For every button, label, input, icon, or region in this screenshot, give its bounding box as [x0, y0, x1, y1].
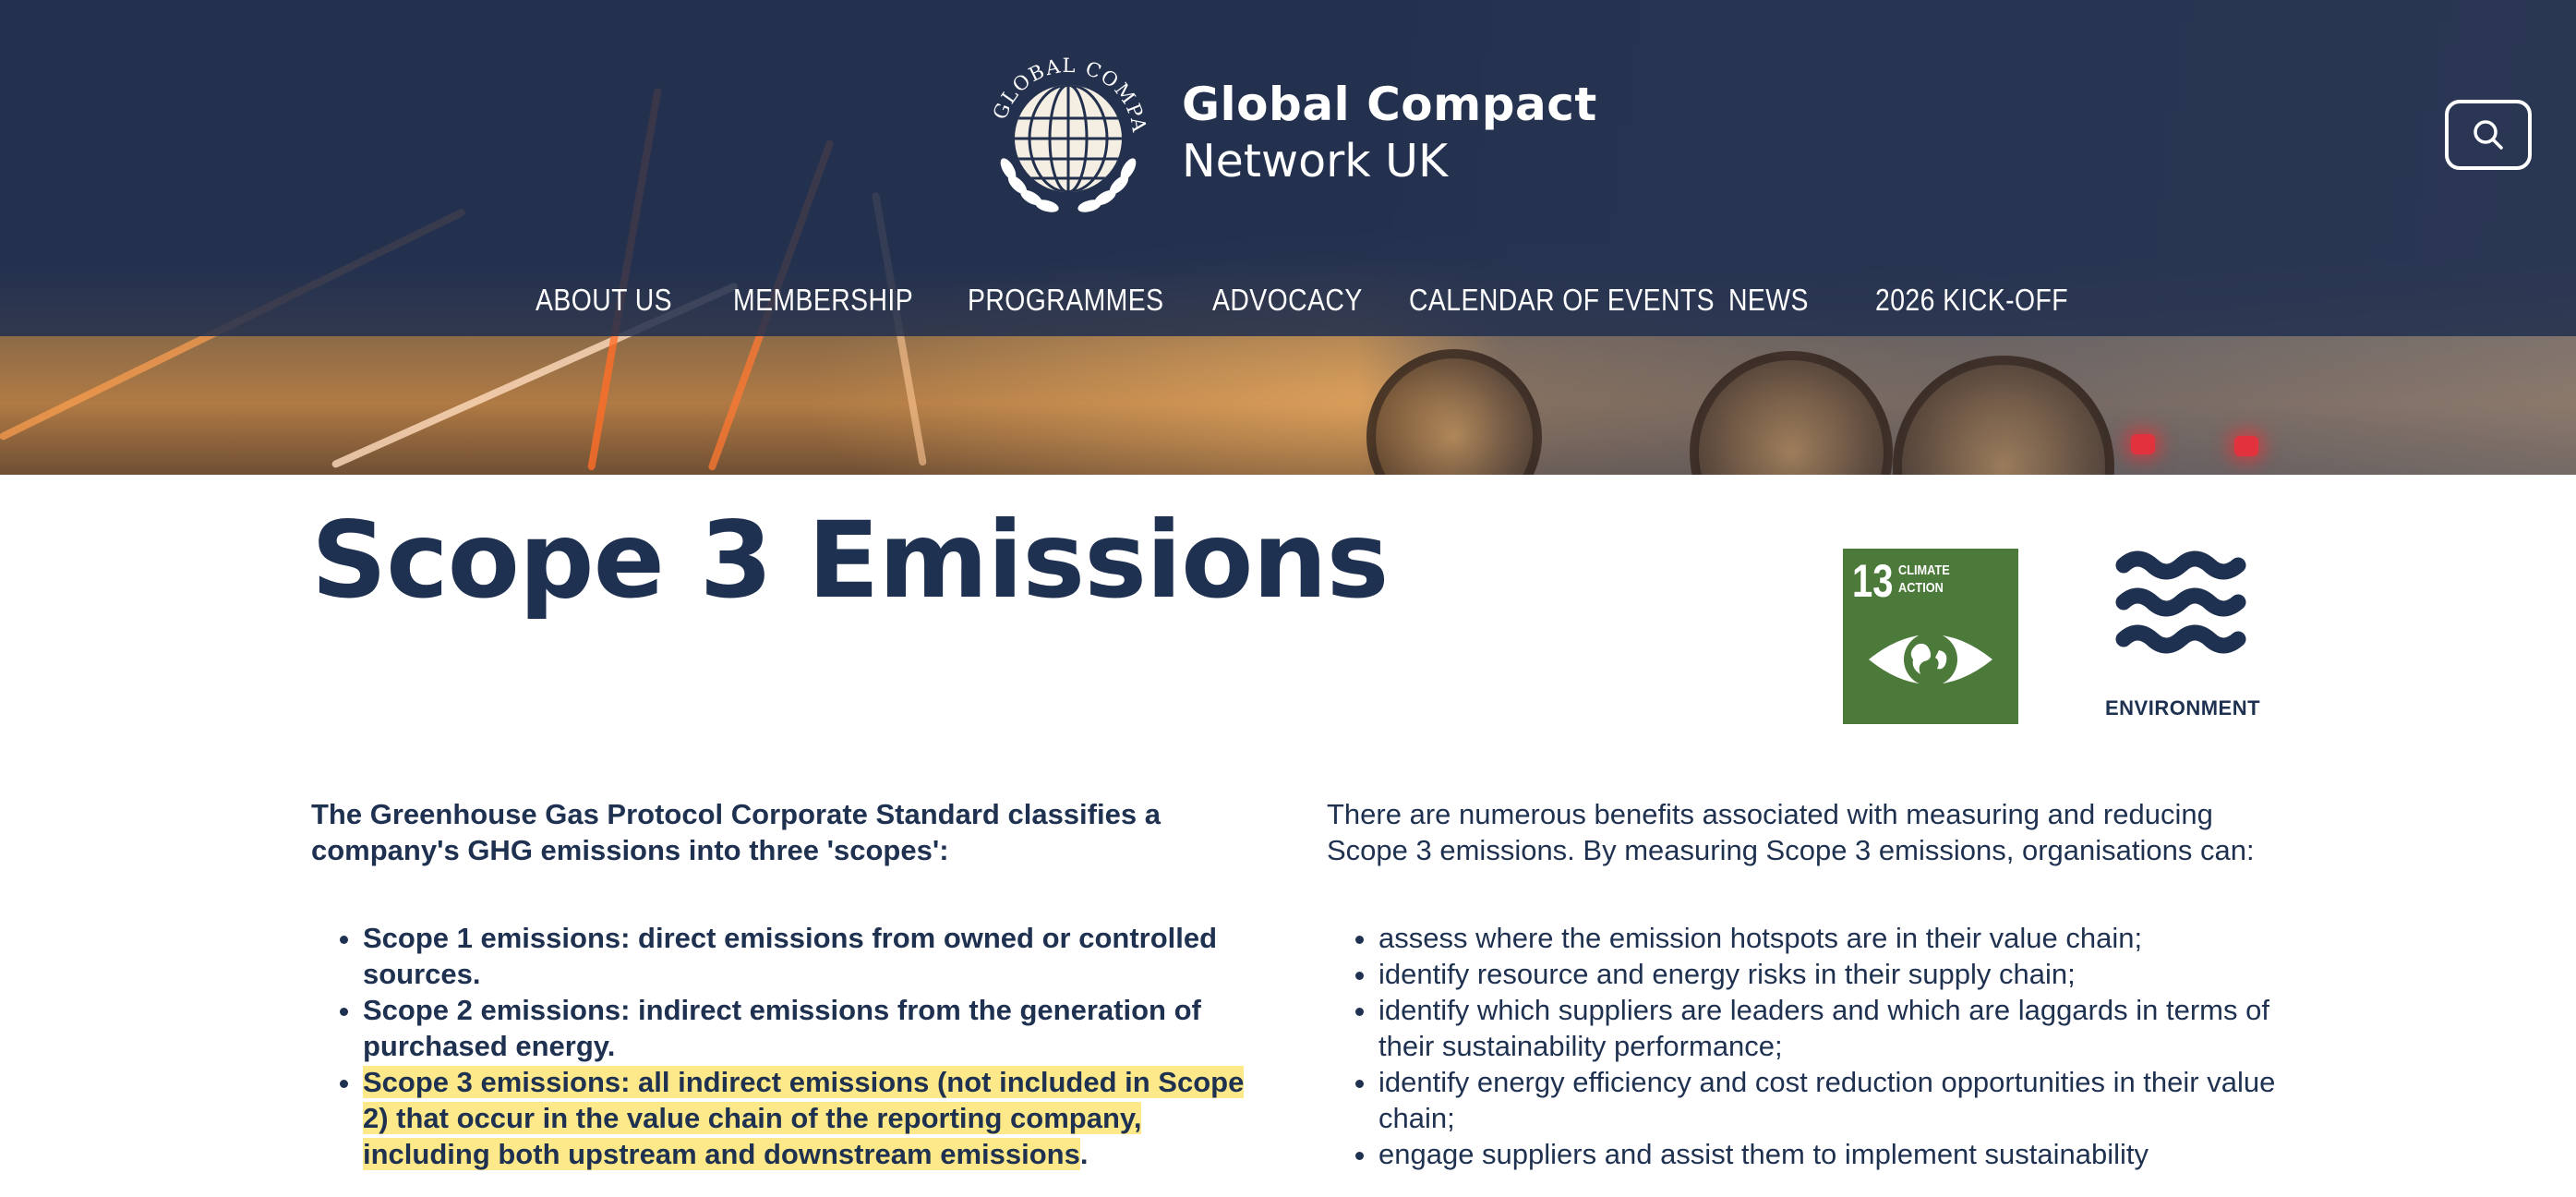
list-item: identify which suppliers are leaders and… [1378, 992, 2278, 1064]
page-title: Scope 3 Emissions [311, 499, 1389, 622]
tail-light [2131, 434, 2155, 454]
list-item: engage suppliers and assist them to impl… [1378, 1136, 2278, 1172]
nav-2026-kick-off[interactable]: 2026 KICK-OFF [1875, 283, 2068, 318]
search-button[interactable] [2445, 100, 2532, 170]
site-header: UN GLOBAL COMPACT Global Compact Network… [0, 0, 2576, 336]
list-item: Scope 3 emissions: all indirect emission… [363, 1064, 1262, 1172]
nav-advocacy[interactable]: ADVOCACY [1212, 283, 1363, 318]
nav-news[interactable]: NEWS [1728, 283, 1809, 318]
brand-subtitle[interactable]: Network UK [1182, 135, 1448, 187]
brand-name[interactable]: Global Compact [1182, 78, 1597, 131]
nav-calendar-of-events[interactable]: CALENDAR OF EVENTS [1409, 283, 1715, 318]
list-item: Scope 1 emissions: direct emissions from… [363, 920, 1262, 992]
sdg-13-climate-action-badge[interactable]: 13 CLIMATE ACTION [1843, 549, 2018, 724]
benefits-intro: There are numerous benefits associated w… [1327, 798, 2255, 866]
list-item: Scope 2 emissions: indirect emissions fr… [363, 992, 1262, 1064]
list-item: assess where the emission hotspots are i… [1378, 920, 2278, 956]
nav-membership[interactable]: MEMBERSHIP [733, 283, 913, 318]
search-icon [2474, 120, 2503, 150]
environment-waves-icon[interactable] [2114, 549, 2247, 665]
sdg-label-line-2: ACTION [1898, 580, 1944, 596]
sdg-label-line-1: CLIMATE [1898, 562, 1950, 578]
list-item-tail: . [1079, 1138, 1089, 1170]
nav-programmes[interactable]: PROGRAMMES [968, 283, 1163, 318]
scopes-column: The Greenhouse Gas Protocol Corporate St… [311, 796, 1262, 1172]
environment-label[interactable]: ENVIRONMENT [2105, 696, 2260, 720]
scopes-list: Scope 1 emissions: direct emissions from… [311, 920, 1262, 1172]
eye-globe-icon [1869, 633, 1992, 686]
nav-about-us[interactable]: ABOUT US [536, 283, 672, 318]
benefits-column: There are numerous benefits associated w… [1327, 796, 2278, 1172]
list-item: identify resource and energy risks in th… [1378, 956, 2278, 992]
highlighted-text: Scope 3 emissions: all indirect emission… [363, 1066, 1245, 1170]
un-global-compact-logo[interactable]: UN GLOBAL COMPACT [981, 44, 1156, 220]
benefits-list: assess where the emission hotspots are i… [1327, 920, 2278, 1172]
list-item: identify energy efficiency and cost redu… [1378, 1064, 2278, 1136]
sdg-label: CLIMATE ACTION [1898, 562, 1969, 597]
tail-light [2234, 436, 2258, 456]
sdg-number: 13 [1852, 555, 1894, 607]
scopes-intro: The Greenhouse Gas Protocol Corporate St… [311, 798, 1161, 866]
